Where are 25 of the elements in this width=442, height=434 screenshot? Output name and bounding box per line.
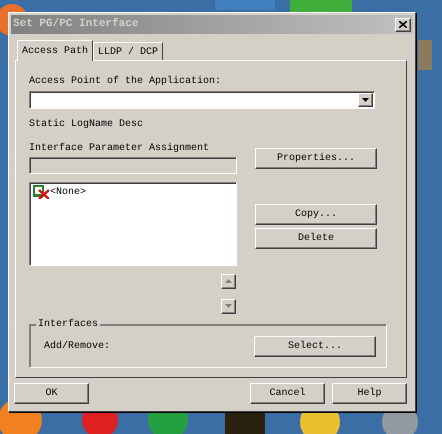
- dialog-button[interactable]: OK: [14, 383, 89, 404]
- dialog-button[interactable]: Help: [332, 383, 407, 404]
- add-remove-label: Add/Remove:: [44, 340, 110, 352]
- action-button[interactable]: Copy...: [255, 204, 377, 224]
- dialog-button[interactable]: Cancel: [250, 383, 325, 404]
- access-point-dropdown[interactable]: [29, 90, 375, 108]
- action-button[interactable]: Delete: [255, 228, 377, 248]
- interface-list[interactable]: <None>: [29, 182, 237, 266]
- static-text: Static LogName Desc: [29, 118, 144, 130]
- scroll-up-button[interactable]: [221, 274, 236, 288]
- select-button[interactable]: Select...: [254, 336, 376, 356]
- scroll-down-button[interactable]: [221, 298, 236, 314]
- close-button[interactable]: [395, 18, 411, 32]
- tab[interactable]: Access Path: [17, 40, 94, 61]
- action-button[interactable]: Properties...: [255, 148, 377, 168]
- dropdown-arrow-icon: [362, 98, 369, 102]
- interface-icon: [33, 185, 49, 199]
- close-icon: [399, 21, 407, 28]
- down-arrow-icon: [225, 304, 232, 308]
- up-arrow-icon: [225, 279, 232, 283]
- tab[interactable]: LLDP / DCP: [93, 42, 164, 60]
- list-item[interactable]: <None>: [50, 184, 86, 200]
- window-title: Set PG/PC Interface: [13, 16, 138, 32]
- field-label: Interface Parameter Assignment: [29, 142, 210, 154]
- field-label: Access Point of the Application:: [29, 75, 222, 88]
